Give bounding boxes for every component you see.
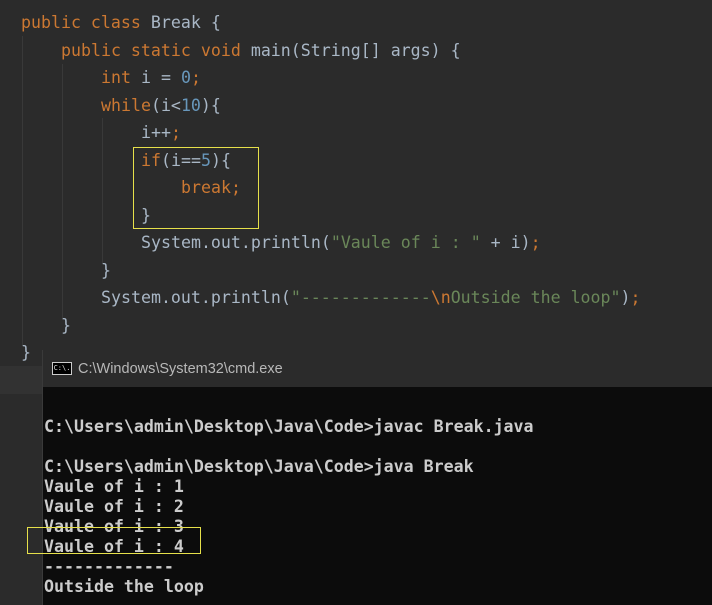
code-token: } xyxy=(21,343,31,362)
code-line: } xyxy=(21,339,31,366)
code-line: public static void main(String[] args) { xyxy=(61,37,461,64)
code-token: ; xyxy=(530,233,541,252)
code-token: ; xyxy=(190,68,201,87)
code-token: (i< xyxy=(150,95,181,115)
console-line: C:\Users\admin\Desktop\Java\Code>java Br… xyxy=(44,457,474,476)
code-token: while xyxy=(101,95,151,115)
code-token: System.out.println( xyxy=(101,288,291,307)
cmd-title-bar[interactable]: C:\. C:\Windows\System32\cmd.exe xyxy=(43,350,712,387)
code-token: } xyxy=(61,315,71,335)
indent-guide xyxy=(62,64,63,320)
code-token: int xyxy=(101,68,141,87)
console-line: Outside the loop xyxy=(44,577,204,596)
code-highlight-box xyxy=(133,147,259,229)
console-line: C:\Users\admin\Desktop\Java\Code>javac B… xyxy=(44,417,534,436)
code-line: int i = 0; xyxy=(101,64,201,91)
cmd-icon: C:\. xyxy=(52,362,72,375)
code-token: ) xyxy=(620,288,631,307)
code-line: } xyxy=(61,312,71,339)
code-token: main(String[] args) { xyxy=(250,40,461,60)
code-token: \n xyxy=(430,288,451,307)
code-token: Outside the loop" xyxy=(450,288,621,307)
code-line: System.out.println("-------------\nOutsi… xyxy=(101,284,641,311)
code-token: } xyxy=(101,260,111,280)
console-line: Vaule of i : 2 xyxy=(44,497,184,516)
code-token: "Vaule of i : " xyxy=(330,233,481,252)
code-line: } xyxy=(101,257,111,284)
code-token: public static void xyxy=(61,40,251,60)
code-token: i = xyxy=(140,68,181,87)
code-token: 0 xyxy=(180,68,191,87)
code-token: i++ xyxy=(141,123,171,142)
code-token: "------------- xyxy=(290,288,431,307)
indent-guide xyxy=(22,36,23,346)
console-line: Vaule of i : 1 xyxy=(44,477,184,496)
code-token: ; xyxy=(630,288,641,307)
code-token: Break { xyxy=(150,13,221,32)
console-line: ------------- xyxy=(44,557,174,576)
code-line: while(i<10){ xyxy=(101,92,221,119)
code-token: ){ xyxy=(200,95,221,115)
code-token: public class xyxy=(21,13,151,32)
output-highlight-box xyxy=(27,527,201,554)
cmd-window[interactable]: C:\. C:\Windows\System32\cmd.exe C:\User… xyxy=(42,350,712,605)
code-token: + i) xyxy=(480,233,531,252)
indent-guide xyxy=(102,118,103,264)
code-token: System.out.println( xyxy=(141,233,331,252)
code-line: i++; xyxy=(141,119,181,146)
cmd-title: C:\Windows\System32\cmd.exe xyxy=(78,360,283,377)
code-token: 10 xyxy=(180,95,201,115)
code-line: public class Break { xyxy=(21,9,221,36)
code-line: System.out.println("Vaule of i : " + i); xyxy=(141,229,541,256)
code-token: ; xyxy=(170,123,181,142)
